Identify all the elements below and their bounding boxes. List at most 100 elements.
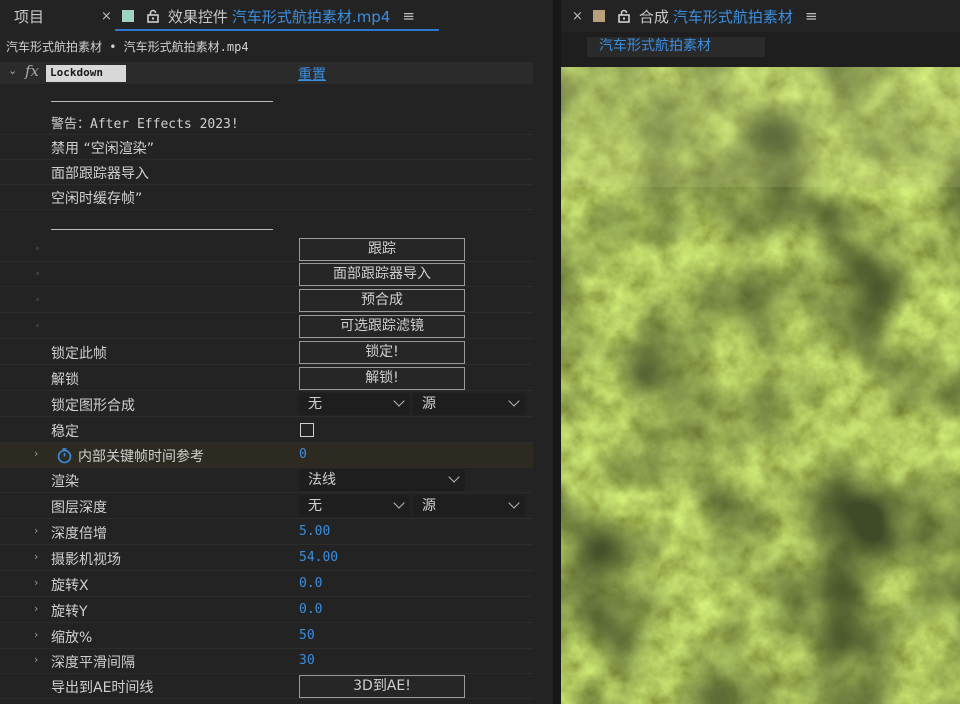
close-icon[interactable]: × <box>101 9 112 24</box>
row-dot <box>36 247 39 250</box>
optional-track-filter-button[interactable]: 可选跟踪滤镜 <box>299 315 465 338</box>
tab-project[interactable]: 项目 <box>14 0 44 32</box>
face-tracker-import-button[interactable]: 面部跟踪器导入 <box>299 263 465 286</box>
rotate-y-row: › 旋转Y 0.0 <box>0 598 533 623</box>
chevron-down-icon <box>508 497 520 509</box>
lock-frame-label: 锁定此帧 <box>51 346 107 362</box>
keyframe-ref-value[interactable]: 0 <box>299 447 307 462</box>
keyframe-ref-row: › 内部关键帧时间参考 0 <box>0 443 533 468</box>
scale-row: › 缩放% 50 <box>0 624 533 649</box>
chevron-right-icon[interactable]: › <box>34 550 38 563</box>
layer-depth-label: 图层深度 <box>51 500 107 516</box>
tab-effect-controls[interactable]: × 效果控件 汽车形式航拍素材.mp4 ≡ <box>101 0 415 32</box>
rotate-x-label: 旋转X <box>51 578 89 594</box>
stabilize-label: 稳定 <box>51 424 79 440</box>
rotate-x-row: › 旋转X 0.0 <box>0 572 533 597</box>
chevron-right-icon[interactable]: › <box>34 602 38 615</box>
depth-smooth-label: 深度平滑间隔 <box>51 655 135 671</box>
aerial-forest-footage <box>561 67 960 704</box>
unlock-button[interactable]: 解锁! <box>299 367 465 390</box>
chevron-right-icon[interactable]: › <box>34 447 38 460</box>
camera-fov-row: › 摄影机视场 54.00 <box>0 546 533 571</box>
lock-comp-layer-value: 无 <box>308 396 322 412</box>
chevron-right-icon[interactable]: › <box>34 524 38 537</box>
note-row: 面部跟踪器导入 <box>0 160 533 185</box>
camera-fov-value[interactable]: 54.00 <box>299 550 338 565</box>
chevron-down-icon <box>448 471 460 483</box>
precomp-row: 预合成 <box>0 288 533 313</box>
panel-menu-icon[interactable]: ≡ <box>805 7 818 25</box>
depth-smooth-value[interactable]: 30 <box>299 653 315 668</box>
tab-composition[interactable]: × 合成 汽车形式航拍素材 ≡ <box>572 0 818 32</box>
render-mode-select[interactable]: 法线 <box>299 469 465 491</box>
row-dot <box>36 272 39 275</box>
scale-value[interactable]: 50 <box>299 628 315 643</box>
reset-link[interactable]: 重置 <box>298 64 326 84</box>
effect-name[interactable]: Lockdown <box>46 65 126 82</box>
unlock-label: 解锁 <box>51 372 79 388</box>
footage-color-swatch <box>121 10 134 22</box>
export-timeline-row: 导出到AE时间线 3D到AE! <box>0 674 533 699</box>
tab-composition-label: 合成 <box>638 7 669 26</box>
lock-icon[interactable] <box>617 9 631 23</box>
panel-menu-icon[interactable]: ≡ <box>402 7 415 25</box>
rotate-y-value[interactable]: 0.0 <box>299 602 322 617</box>
track-button[interactable]: 跟踪 <box>299 238 465 261</box>
rotate-y-label: 旋转Y <box>51 604 88 620</box>
panel-divider[interactable] <box>553 0 561 704</box>
fx-icon[interactable]: fx <box>25 62 39 80</box>
lock-comp-source-select[interactable]: 源 <box>413 393 525 415</box>
composition-panel: 汽车形式航拍素材 <box>561 32 960 704</box>
rotate-x-value[interactable]: 0.0 <box>299 576 322 591</box>
chevron-right-icon[interactable]: › <box>34 628 38 641</box>
chevron-right-icon[interactable]: › <box>34 576 38 589</box>
note-row: 禁用 “空闲渲染” <box>0 135 533 160</box>
row-dot <box>36 324 39 327</box>
lock-comp-source-value: 源 <box>422 396 436 412</box>
breadcrumb: 汽车形式航拍素材 • 汽车形式航拍素材.mp4 <box>6 40 249 54</box>
export-3d-button[interactable]: 3D到AE! <box>299 675 465 698</box>
depth-smooth-row: › 深度平滑间隔 30 <box>0 649 533 674</box>
stopwatch-icon[interactable] <box>56 447 73 464</box>
effect-controls-panel: 汽车形式航拍素材 • 汽车形式航拍素材.mp4 ⌄ fx Lockdown 重置… <box>0 32 553 704</box>
panel-tab-bar: 项目 × 效果控件 汽车形式航拍素材.mp4 ≡ × 合成 汽车形式航拍素材 ≡ <box>0 0 960 32</box>
export-timeline-label: 导出到AE时间线 <box>51 680 154 696</box>
depth-multiplier-label: 深度倍增 <box>51 526 107 542</box>
lock-button[interactable]: 锁定! <box>299 341 465 364</box>
stabilize-checkbox[interactable] <box>300 423 314 437</box>
layer-depth-source-select[interactable]: 源 <box>413 495 525 517</box>
close-icon[interactable]: × <box>572 9 583 24</box>
composition-name-tab[interactable]: 汽车形式航拍素材 <box>587 37 765 57</box>
lock-comp-layer-select[interactable]: 无 <box>299 393 410 415</box>
keyframe-ref-label: 内部关键帧时间参考 <box>78 449 204 465</box>
note-face-import: 面部跟踪器导入 <box>51 166 149 182</box>
render-mode-value: 法线 <box>308 472 336 488</box>
layer-depth-layer-value: 无 <box>308 498 322 514</box>
divider <box>51 229 273 230</box>
row-dot <box>36 298 39 301</box>
comp-color-swatch <box>592 10 605 22</box>
lock-icon[interactable] <box>146 9 160 23</box>
layer-depth-layer-select[interactable]: 无 <box>299 495 410 517</box>
unlock-row: 解锁 解锁! <box>0 366 533 391</box>
chevron-down-icon <box>393 497 405 509</box>
note-disable-idle: 禁用 “空闲渲染” <box>51 141 154 157</box>
note-row: 警告：After Effects 2023! <box>0 110 533 135</box>
effect-header: ⌄ fx Lockdown 重置 <box>0 62 533 84</box>
render-row: 渲染 法线 <box>0 468 533 493</box>
chevron-down-icon[interactable]: ⌄ <box>8 64 17 77</box>
depth-multiplier-value[interactable]: 5.00 <box>299 524 330 539</box>
stabilize-row: 稳定 <box>0 418 533 443</box>
chevron-right-icon[interactable]: › <box>34 653 38 666</box>
note-cache-frames: 空闲时缓存帧” <box>51 191 143 207</box>
tab-composition-name: 汽车形式航拍素材 <box>672 7 793 26</box>
composition-viewer[interactable] <box>561 67 960 704</box>
active-tab-indicator <box>115 29 439 31</box>
divider <box>51 101 273 102</box>
lock-comp-row: 锁定图形合成 无 源 <box>0 392 533 417</box>
face-import-row: 面部跟踪器导入 <box>0 262 533 287</box>
tab-effect-controls-label: 效果控件 <box>167 7 228 26</box>
scale-label: 缩放% <box>51 630 93 646</box>
note-row: 空闲时缓存帧” <box>0 185 533 210</box>
precompose-button[interactable]: 预合成 <box>299 289 465 312</box>
